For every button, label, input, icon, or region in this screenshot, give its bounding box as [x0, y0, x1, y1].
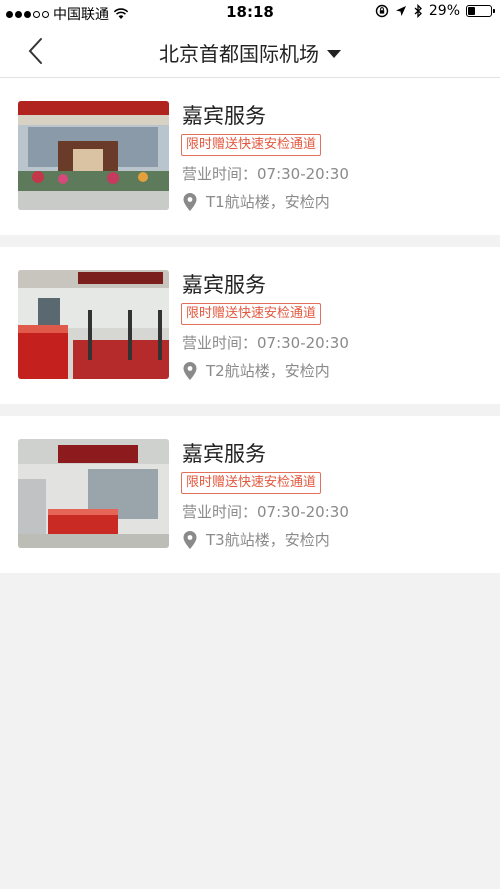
service-location: T3航站楼，安检内 — [182, 529, 330, 550]
service-title: 嘉宾服务 — [182, 442, 266, 466]
service-title: 嘉宾服务 — [182, 104, 266, 128]
service-card-t3[interactable]: 嘉宾服务 限时赠送快速安检通道 营业时间：07:30-20:30 T3航站楼，安… — [0, 416, 500, 573]
location-text: T1航站楼，安检内 — [206, 193, 330, 211]
status-bar: 中国联通 18:18 29% — [0, 0, 500, 26]
service-location: T1航站楼，安检内 — [182, 191, 330, 212]
battery-percent: 29% — [428, 3, 460, 19]
promo-badge: 限时赠送快速安检通道 — [181, 472, 322, 494]
service-location: T2航站楼，安检内 — [182, 360, 330, 381]
location-pin-icon — [183, 530, 197, 549]
location-pin-icon — [183, 192, 197, 211]
promo-badge: 限时赠送快速安检通道 — [181, 134, 322, 156]
location-arrow-icon — [395, 6, 406, 16]
location-pin-icon — [183, 361, 197, 380]
promo-badge: 限时赠送快速安检通道 — [181, 303, 322, 325]
business-hours: 营业时间：07:30-20:30 — [182, 165, 349, 183]
bluetooth-icon — [414, 4, 422, 18]
caret-down-icon — [327, 49, 341, 58]
location-text: T3航站楼，安检内 — [206, 531, 330, 549]
service-title: 嘉宾服务 — [182, 273, 266, 297]
service-photo — [18, 439, 169, 548]
service-list: 嘉宾服务 限时赠送快速安检通道 营业时间：07:30-20:30 T1航站楼，安… — [0, 78, 500, 573]
location-text: T2航站楼，安检内 — [206, 362, 330, 380]
airport-selector[interactable]: 北京首都国际机场 — [0, 38, 500, 67]
nav-bar: 北京首都国际机场 — [0, 26, 500, 78]
service-photo — [18, 101, 169, 210]
page-title: 北京首都国际机场 — [159, 42, 319, 66]
business-hours: 营业时间：07:30-20:30 — [182, 334, 349, 352]
service-photo — [18, 270, 169, 379]
battery-icon — [466, 5, 495, 17]
business-hours: 营业时间：07:30-20:30 — [182, 503, 349, 521]
orientation-lock-icon — [375, 4, 389, 18]
status-right: 29% — [375, 3, 495, 19]
service-card-t1[interactable]: 嘉宾服务 限时赠送快速安检通道 营业时间：07:30-20:30 T1航站楼，安… — [0, 78, 500, 235]
service-card-t2[interactable]: 嘉宾服务 限时赠送快速安检通道 营业时间：07:30-20:30 T2航站楼，安… — [0, 247, 500, 404]
